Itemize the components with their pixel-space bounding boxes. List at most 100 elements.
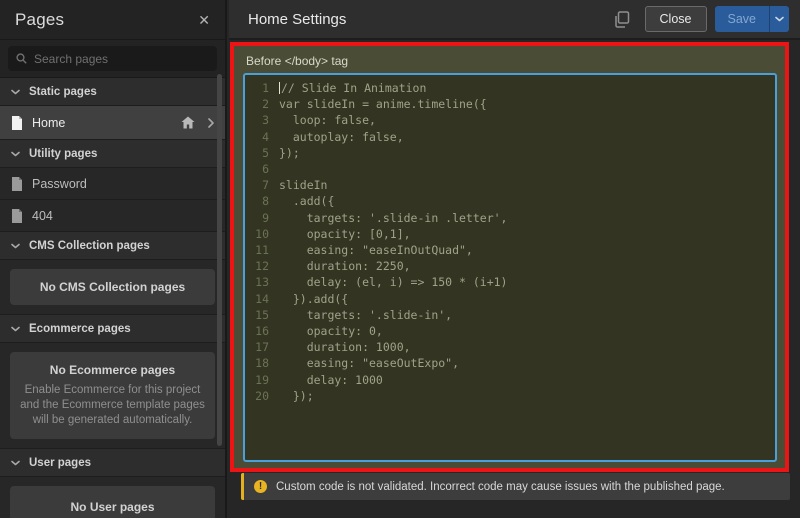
sidebar-item-home[interactable]: Home [0,106,225,140]
code-line: 18 easing: "easeOutExpo", [245,355,775,371]
line-number: 1 [245,80,269,96]
code-line: 3 loop: false, [245,112,775,128]
section-header-user-pages[interactable]: User pages [0,449,225,477]
page-item-label: 404 [32,209,53,223]
code-text: delay: 1000 [279,372,383,388]
settings-title: Home Settings [248,11,614,28]
code-text: }); [279,145,300,161]
line-number: 17 [245,339,269,355]
code-text: slideIn [279,177,327,193]
sidebar-item-password[interactable]: Password [0,168,225,200]
line-number: 3 [245,112,269,128]
code-line: 7 slideIn [245,177,775,193]
save-button[interactable]: Save [715,6,770,32]
code-line: 19 delay: 1000 [245,372,775,388]
code-line: 11 easing: "easeInOutQuad", [245,242,775,258]
page-icon [11,177,23,191]
search-placeholder: Search pages [34,52,108,66]
save-split-button: Save [715,6,790,32]
code-text: delay: (el, i) => 150 * (i+1) [279,274,507,290]
section-label: Ecommerce pages [29,323,131,335]
duplicate-icon[interactable] [614,11,630,28]
ecommerce-empty-title: No Ecommerce pages [20,363,205,377]
code-text: .add({ [279,193,334,209]
search-row: Search pages [0,40,225,78]
user-empty-area: No User pages [0,477,225,518]
home-settings-panel: Home Settings Close Save Before </body> … [229,0,800,518]
code-text: }); [279,388,314,404]
code-text: easing: "easeInOutQuad", [279,242,473,258]
search-icon [16,53,27,64]
line-number: 9 [245,210,269,226]
chevron-down-icon [11,89,20,95]
code-line: 20 }); [245,388,775,404]
search-input[interactable]: Search pages [8,46,217,71]
code-editor-lines: 1 // Slide In Animation2var slideIn = ani… [245,80,775,404]
code-text: duration: 2250, [279,258,411,274]
cms-empty-area: No CMS Collection pages [0,260,225,315]
line-number: 20 [245,388,269,404]
code-line: 14 }).add({ [245,291,775,307]
code-editor[interactable]: 1 // Slide In Animation2var slideIn = ani… [243,73,777,462]
code-text: easing: "easeOutExpo", [279,355,459,371]
code-section-label: Before </body> tag [234,46,785,73]
line-number: 13 [245,274,269,290]
code-line: 2var slideIn = anime.timeline({ [245,96,775,112]
code-text: duration: 1000, [279,339,411,355]
chevron-right-icon[interactable] [208,118,214,128]
code-line: 13 delay: (el, i) => 150 * (i+1) [245,274,775,290]
save-dropdown-button[interactable] [769,6,789,32]
line-number: 10 [245,226,269,242]
user-empty-state: No User pages [10,486,215,518]
line-number: 19 [245,372,269,388]
chevron-down-icon [11,151,20,157]
code-line: 12 duration: 2250, [245,258,775,274]
code-line: 1 // Slide In Animation [245,80,775,96]
pages-panel: Pages ✕ Search pages Static pages Home [0,0,227,518]
section-header-static-pages[interactable]: Static pages [0,78,225,106]
line-number: 5 [245,145,269,161]
chevron-down-icon [11,243,20,249]
code-text: targets: '.slide-in .letter', [279,210,507,226]
section-label: Static pages [29,86,97,98]
section-header-ecommerce-pages[interactable]: Ecommerce pages [0,315,225,343]
code-line: 10 opacity: [0,1], [245,226,775,242]
line-number: 6 [245,161,269,177]
page-icon [11,116,23,130]
code-line: 15 targets: '.slide-in', [245,307,775,323]
section-label: Utility pages [29,148,97,160]
page-item-label: Password [32,177,87,191]
ecommerce-empty-state: No Ecommerce pages Enable Ecommerce for … [10,352,215,439]
home-icon [181,116,195,129]
line-number: 8 [245,193,269,209]
section-header-cms-pages[interactable]: CMS Collection pages [0,232,225,260]
warning-banner: ! Custom code is not validated. Incorrec… [241,473,790,500]
code-text: loop: false, [279,112,376,128]
cms-empty-state: No CMS Collection pages [10,269,215,305]
code-text: autoplay: false, [279,129,404,145]
custom-code-section: Before </body> tag 1 // Slide In Animatio… [230,42,789,472]
section-label: CMS Collection pages [29,240,150,252]
code-line: 16 opacity: 0, [245,323,775,339]
line-number: 18 [245,355,269,371]
sidebar-item-404[interactable]: 404 [0,200,225,232]
pages-panel-title: Pages [15,10,64,30]
code-text: // Slide In Animation [279,80,426,96]
section-header-utility-pages[interactable]: Utility pages [0,140,225,168]
line-number: 11 [245,242,269,258]
settings-header: Home Settings Close Save [229,0,800,40]
warning-icon: ! [254,480,267,493]
code-line: 6 [245,161,775,177]
sidebar-scrollbar[interactable] [217,74,222,446]
code-line: 5}); [245,145,775,161]
code-line: 17 duration: 1000, [245,339,775,355]
page-icon [11,209,23,223]
ecommerce-empty-area: No Ecommerce pages Enable Ecommerce for … [0,343,225,449]
line-number: 7 [245,177,269,193]
line-number: 16 [245,323,269,339]
pages-panel-header: Pages ✕ [0,0,225,40]
line-number: 12 [245,258,269,274]
close-button[interactable]: Close [645,6,707,32]
chevron-down-icon [11,326,20,332]
close-icon[interactable]: ✕ [198,13,210,27]
